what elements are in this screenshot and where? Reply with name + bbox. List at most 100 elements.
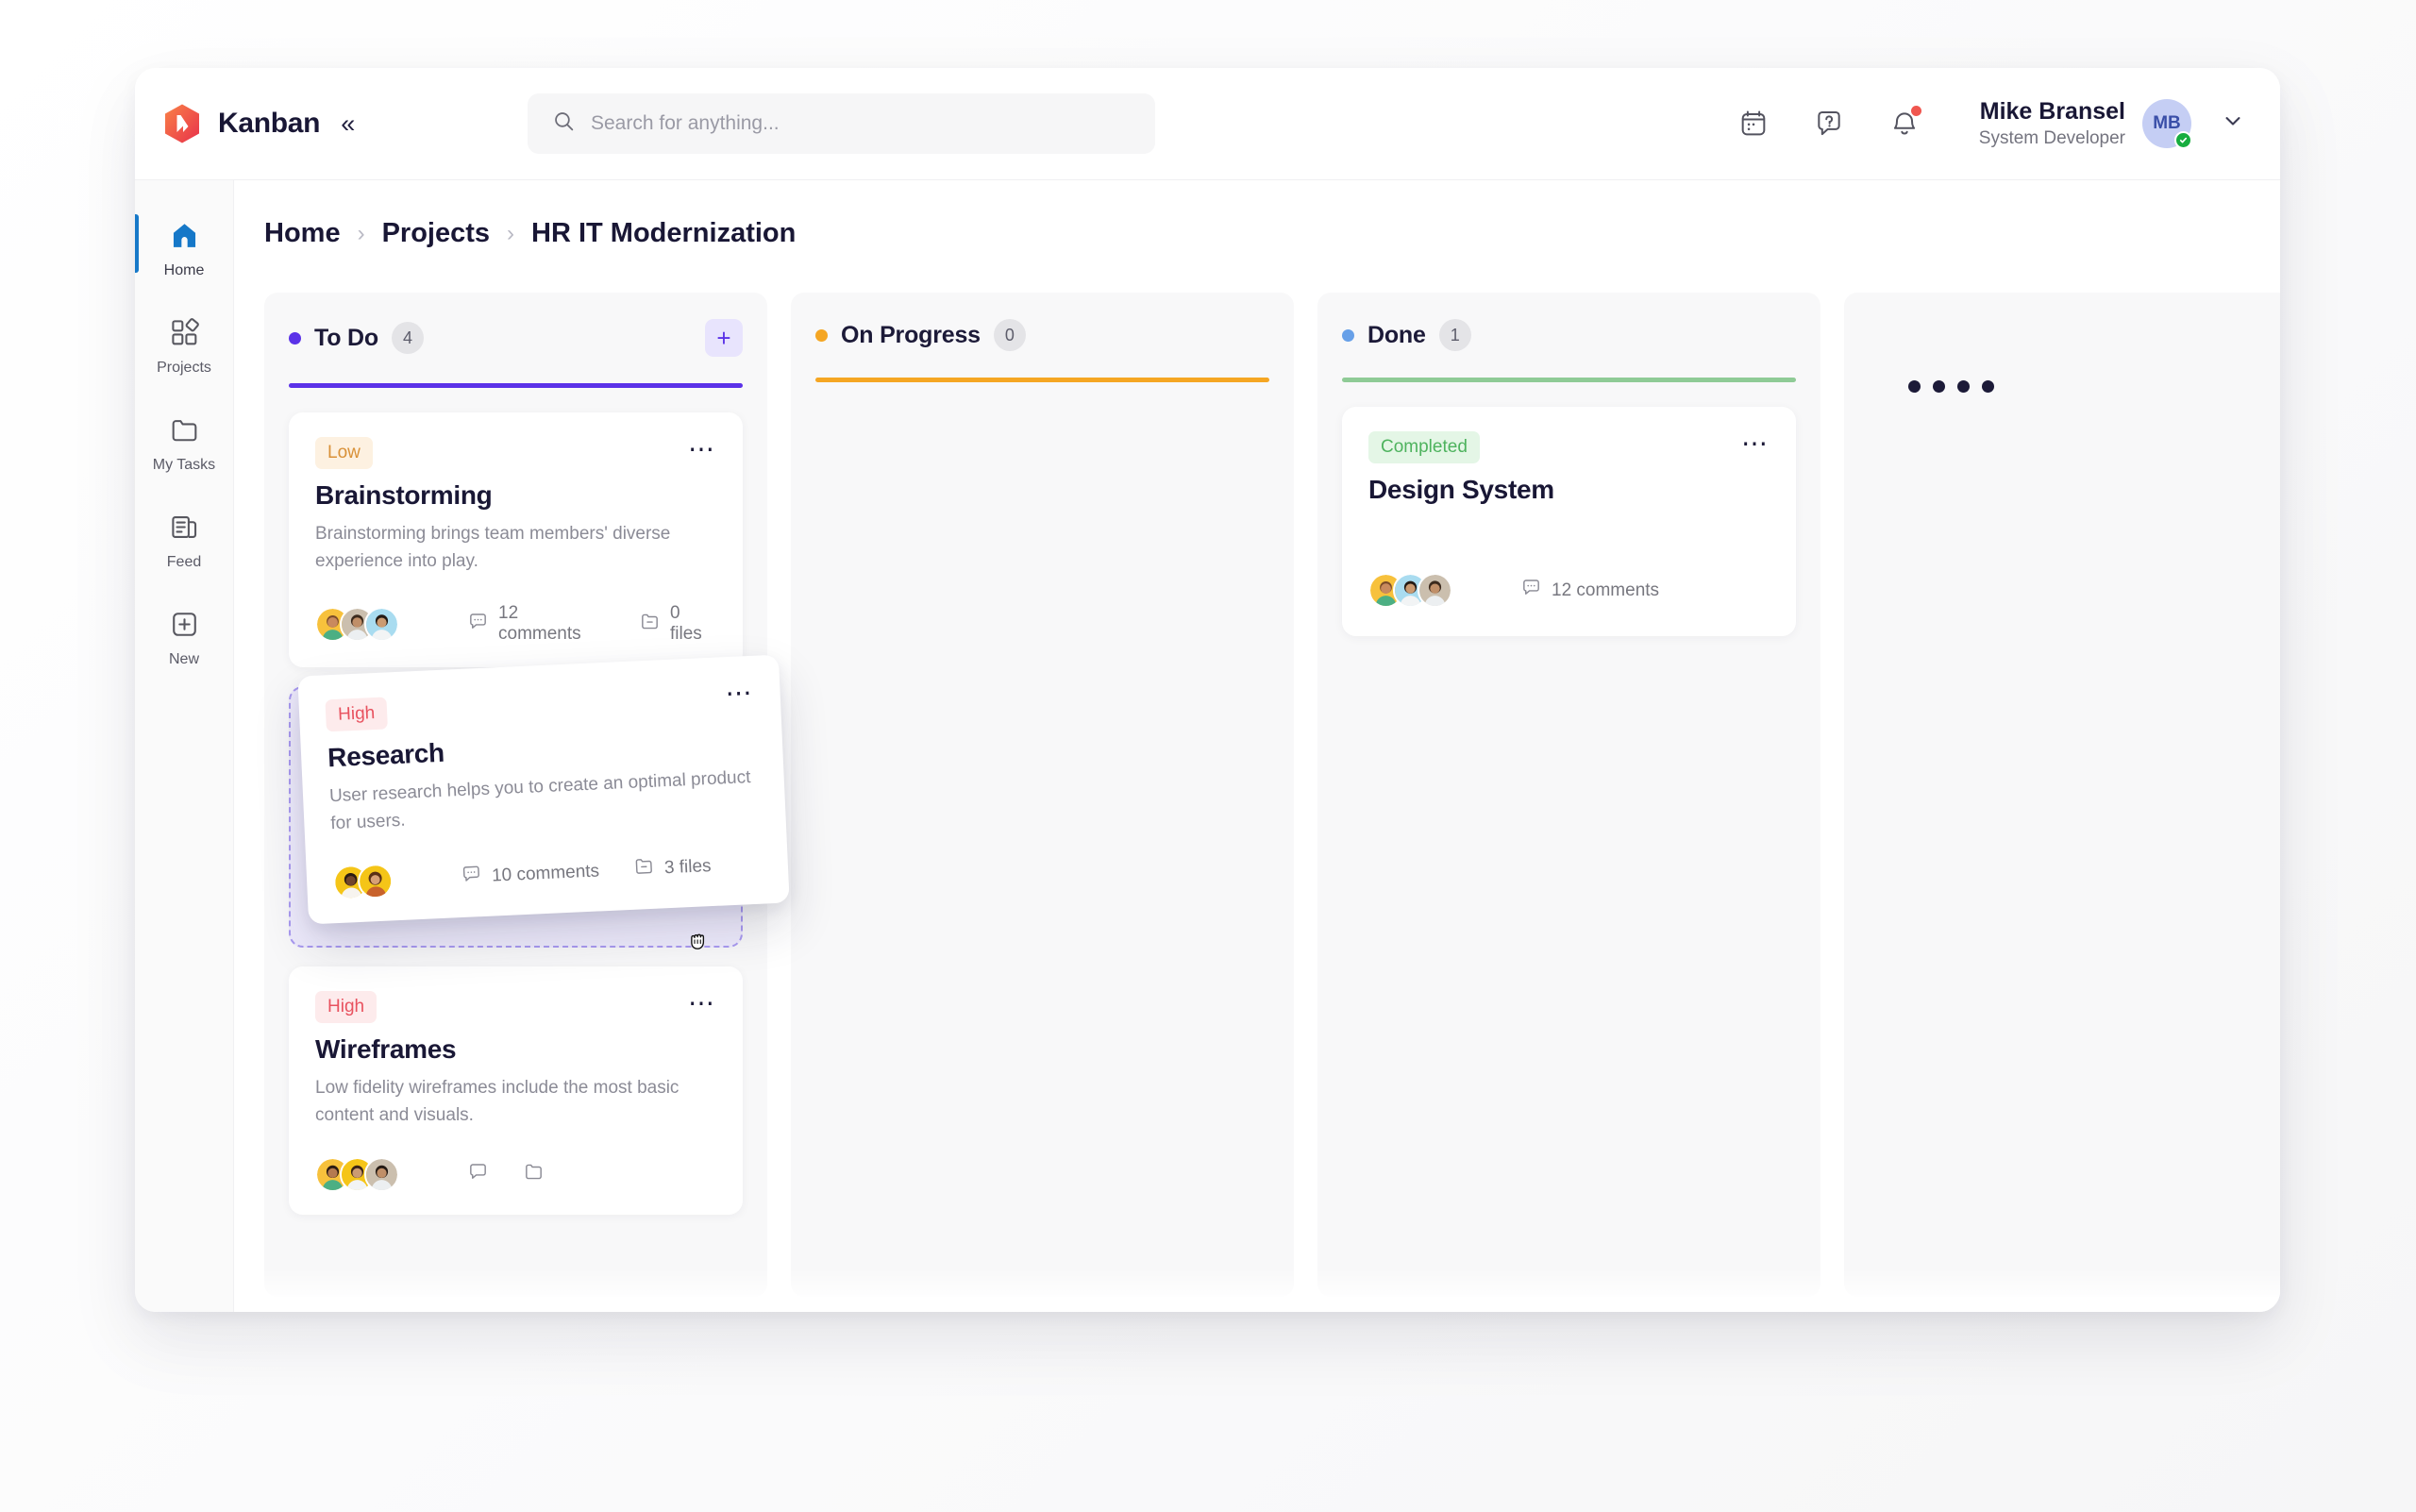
home-icon — [169, 220, 200, 256]
grabbing-hand-cursor — [685, 924, 713, 960]
plus-square-icon — [169, 609, 200, 645]
comment-count: 12 comments — [1520, 577, 1659, 604]
comment-icon — [460, 863, 482, 891]
column-title: On Progress — [841, 321, 981, 348]
assignee-avatars — [315, 606, 399, 642]
brand: Kanban « — [161, 103, 445, 144]
folder-icon — [169, 414, 200, 450]
card-title: Research — [327, 737, 445, 773]
user-info: Mike Bransel System Developer — [1979, 97, 2125, 151]
card-description: User research helps you to create an opt… — [328, 767, 751, 833]
breadcrumb: Home › Projects › HR IT Modernization — [264, 218, 2280, 249]
task-card-wireframes[interactable]: High ⋯ Wireframes Low fidelity wireframe… — [289, 966, 743, 1215]
column-count-badge: 0 — [993, 319, 1026, 351]
comment-count-label: 10 comments — [491, 860, 600, 886]
chevron-double-left-icon[interactable]: « — [341, 110, 355, 137]
column-on-progress: On Progress 0 — [791, 293, 1294, 1297]
more-horizontal-icon[interactable]: ⋯ — [688, 990, 716, 1016]
column-header: To Do 4 + — [289, 319, 743, 357]
sidebar-item-label: New — [168, 651, 199, 667]
column-cards: Low ⋯ Brainstorming Brainstorming brings… — [289, 412, 790, 1215]
card-footer: 10 comments 3 files — [332, 847, 762, 901]
card-title: Wireframes — [315, 1034, 457, 1064]
feed-icon — [169, 512, 200, 547]
help-icon[interactable] — [1809, 104, 1849, 143]
priority-badge: High — [325, 697, 389, 732]
task-card-brainstorming[interactable]: Low ⋯ Brainstorming Brainstorming brings… — [289, 412, 743, 667]
chevron-down-icon[interactable] — [2220, 108, 2246, 139]
comment-icon — [467, 1161, 489, 1188]
sidebar-item-feed[interactable]: Feed — [135, 502, 234, 579]
search-input[interactable] — [591, 112, 1131, 135]
app-window: Kanban « Search for anything... Mike Bra… — [135, 68, 2280, 1312]
file-count: 3 files — [632, 852, 712, 883]
column-title: To Do — [314, 324, 378, 351]
breadcrumb-separator: › — [357, 220, 365, 246]
sidebar-item-label: My Tasks — [152, 457, 216, 473]
breadcrumb-item-current[interactable]: HR IT Modernization — [531, 218, 796, 249]
sidebar-item-label: Feed — [166, 554, 202, 570]
column-header: Done 1 — [1342, 319, 1796, 351]
notification-badge — [1910, 105, 1921, 116]
card-description: Low fidelity wireframes include the most… — [315, 1078, 680, 1125]
file-count-label: 3 files — [663, 855, 712, 878]
search-container — [528, 93, 1155, 154]
comment-count — [467, 1161, 489, 1188]
comment-icon — [1520, 577, 1542, 604]
sidebar: Home Projects My Tasks Feed New — [135, 180, 234, 1312]
more-horizontal-icon[interactable]: ⋯ — [725, 678, 754, 708]
card-header: Low ⋯ — [315, 436, 716, 469]
avatar — [364, 606, 399, 642]
sidebar-item-projects[interactable]: Projects — [135, 308, 234, 384]
user-menu[interactable]: Mike Bransel System Developer MB — [1979, 97, 2246, 151]
sidebar-item-new[interactable]: New — [135, 599, 234, 676]
task-card-research[interactable]: High ⋯ Research User research helps you … — [297, 654, 790, 925]
avatar — [1418, 573, 1452, 608]
column-status-dot — [815, 328, 828, 342]
card-header: High ⋯ — [325, 678, 754, 732]
priority-badge: Low — [315, 437, 373, 469]
kanban-hexagon-logo — [161, 103, 203, 144]
column-placeholder[interactable] — [1844, 293, 2280, 1297]
card-header: Completed ⋯ — [1368, 430, 1770, 463]
breadcrumb-item-projects[interactable]: Projects — [382, 218, 490, 249]
avatar[interactable]: MB — [2142, 98, 2192, 149]
app-header: Kanban « Search for anything... Mike Bra… — [135, 68, 2280, 180]
card-header: High ⋯ — [315, 990, 716, 1023]
column-accent-rule — [815, 378, 1269, 382]
column-accent-rule — [1342, 378, 1796, 382]
sidebar-item-my-tasks[interactable]: My Tasks — [135, 405, 234, 481]
column-todo: To Do 4 + Low ⋯ Brainstorming Brainstorm… — [264, 293, 790, 1297]
assignee-avatars — [315, 1157, 399, 1192]
priority-badge: High — [315, 991, 378, 1023]
column-header: On Progress 0 — [815, 319, 1269, 351]
column-accent-rule — [289, 383, 743, 388]
kanban-board: To Do 4 + Low ⋯ Brainstorming Brainstorm… — [264, 293, 2280, 1297]
card-footer: 12 comments 0 files — [315, 603, 716, 645]
main-content: Home › Projects › HR IT Modernization To… — [234, 180, 2280, 1312]
file-folder-icon — [639, 611, 661, 638]
column-title: Done — [1367, 321, 1426, 348]
sidebar-item-home[interactable]: Home — [135, 210, 234, 287]
calendar-icon[interactable] — [1734, 104, 1773, 143]
file-count — [523, 1161, 545, 1188]
card-footer — [315, 1157, 716, 1192]
assignee-avatars — [1368, 573, 1452, 608]
file-folder-icon — [632, 855, 655, 883]
more-horizontal-icon[interactable]: ⋯ — [1741, 430, 1770, 457]
search-icon — [552, 109, 576, 138]
app-body: Home Projects My Tasks Feed New Home › P… — [135, 180, 2280, 1312]
loading-dots-icon — [1908, 380, 1994, 393]
status-badge: Completed — [1368, 431, 1480, 463]
avatar — [364, 1157, 399, 1192]
assignee-avatars — [332, 863, 394, 901]
breadcrumb-separator: › — [507, 220, 515, 246]
column-done: Done 1 Completed ⋯ Design System 12 comm… — [1317, 293, 1820, 1297]
task-card-design-system[interactable]: Completed ⋯ Design System 12 comments — [1342, 407, 1796, 636]
breadcrumb-item-home[interactable]: Home — [264, 218, 341, 249]
add-task-button[interactable]: + — [705, 319, 743, 357]
user-name: Mike Bransel — [1979, 97, 2125, 125]
more-horizontal-icon[interactable]: ⋯ — [688, 436, 716, 462]
search-box[interactable] — [528, 93, 1155, 154]
notification-bell-icon[interactable] — [1885, 104, 1924, 143]
